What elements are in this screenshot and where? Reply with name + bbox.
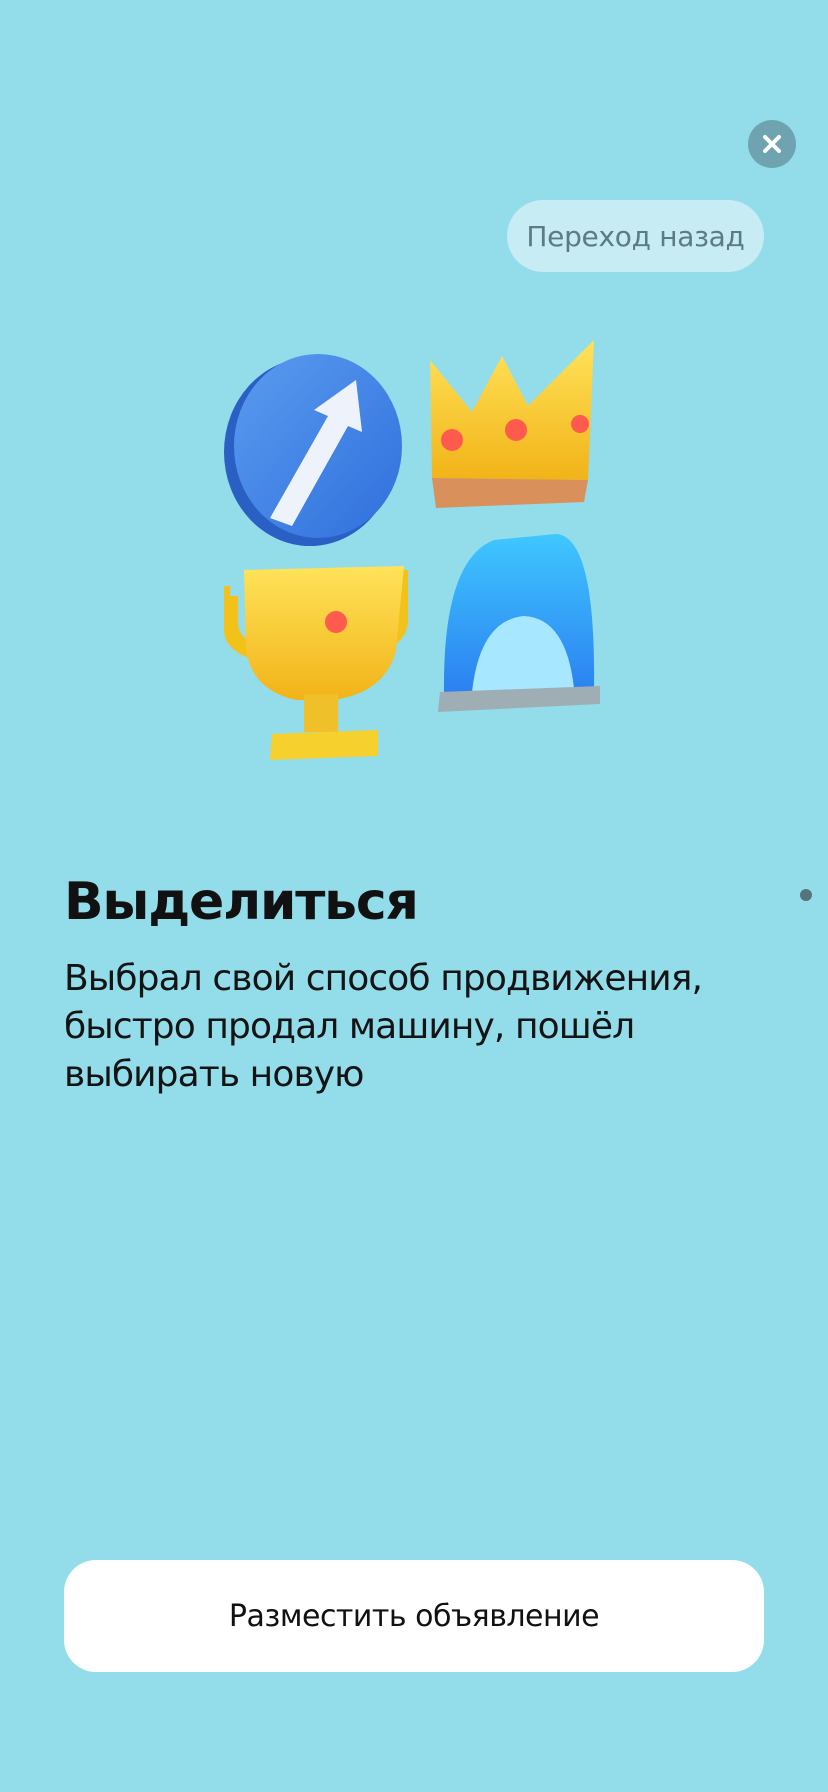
slide-title: Выделиться — [64, 872, 419, 932]
slide-description: Выбрал свой способ продвижения, быстро п… — [64, 958, 703, 1095]
trophy-icon — [224, 566, 408, 760]
page-indicator-dot — [800, 889, 812, 901]
crown-icon — [430, 340, 594, 508]
close-button[interactable] — [748, 120, 796, 168]
promo-illustration — [224, 340, 600, 760]
close-icon — [763, 135, 781, 153]
arrow-up-icon — [224, 354, 402, 546]
beacon-icon — [438, 534, 600, 712]
promo-screen: Переход назад Выделиться Выбрал свой спо… — [0, 0, 828, 1792]
post-ad-button[interactable]: Разместить объявление — [64, 1560, 764, 1672]
back-button[interactable]: Переход назад — [507, 200, 764, 272]
